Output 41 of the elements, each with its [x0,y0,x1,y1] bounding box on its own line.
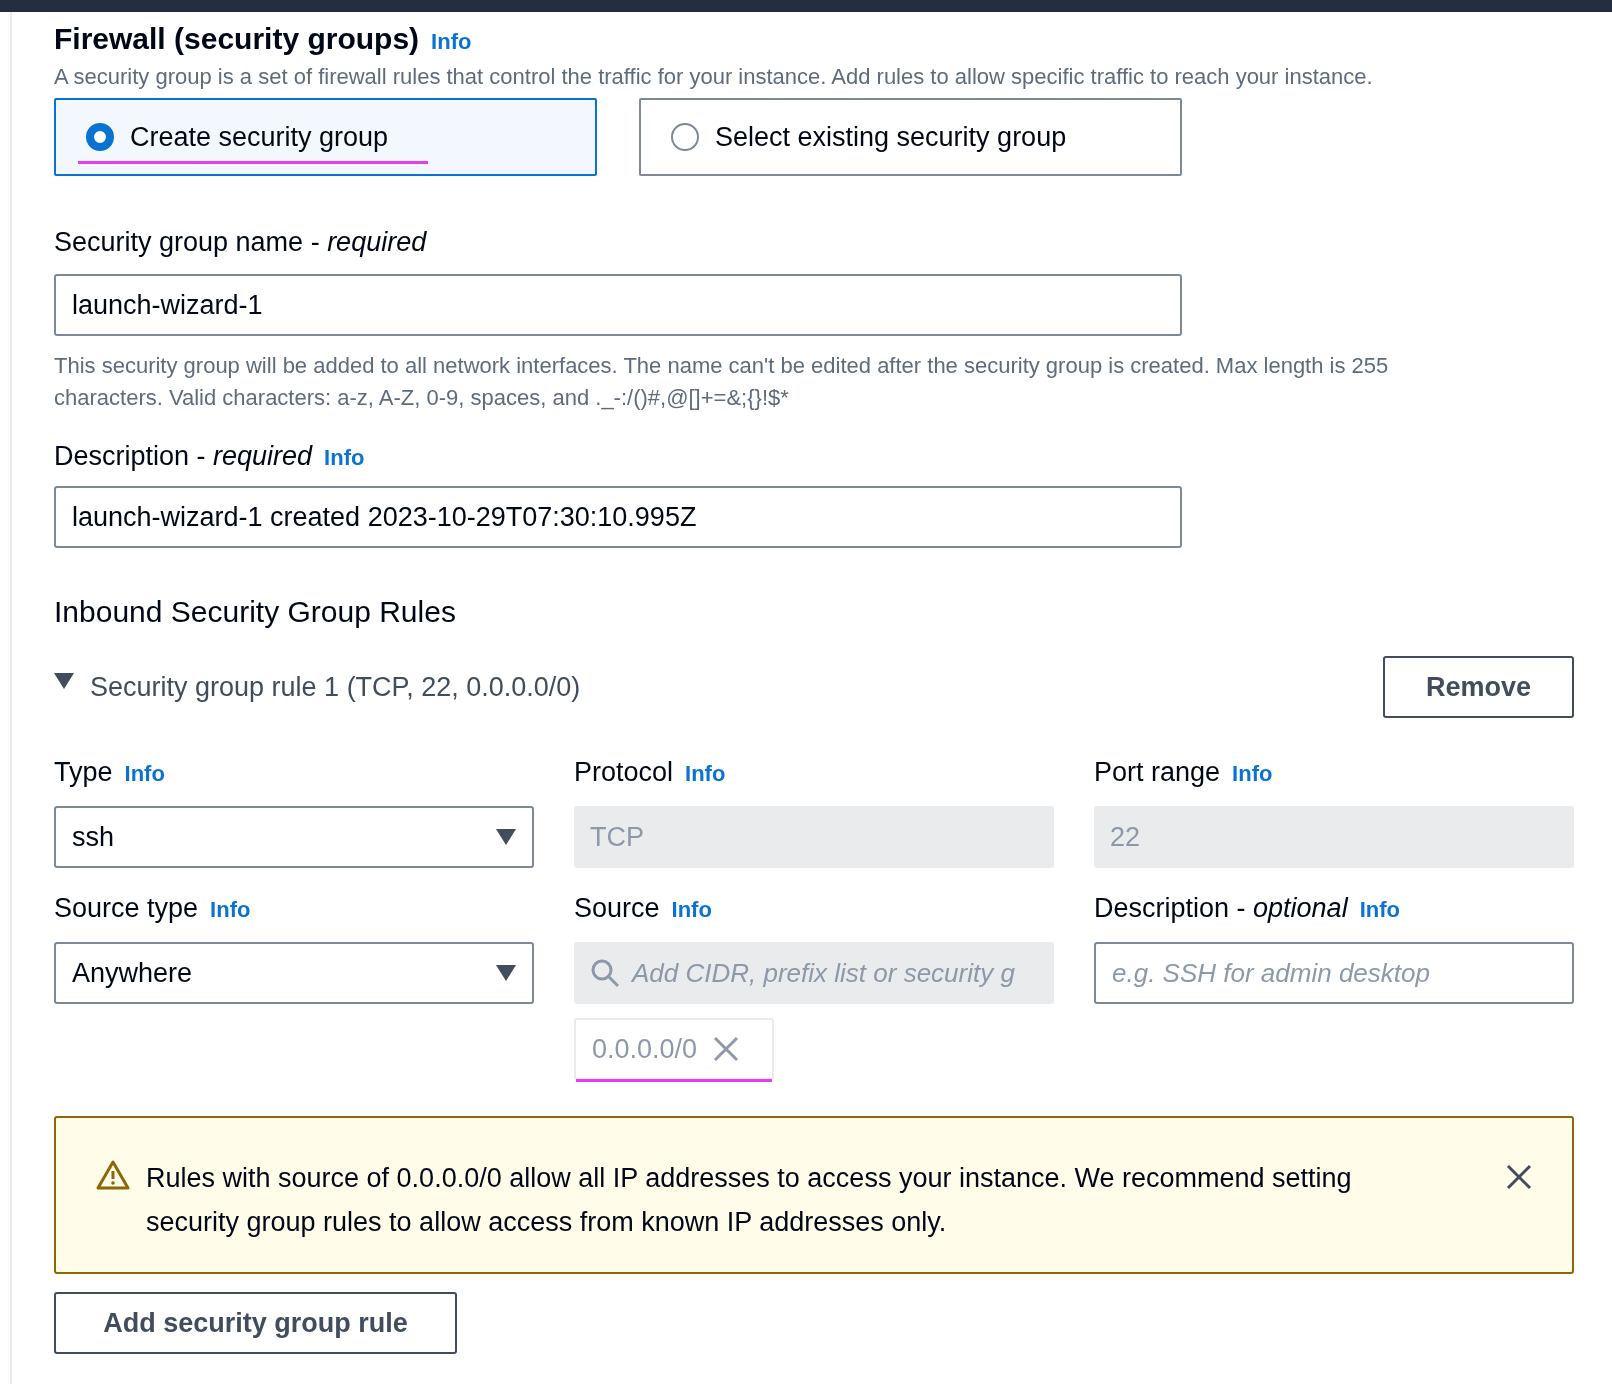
info-link[interactable]: Info [1359,893,1400,926]
field-label: Security group name - required [54,226,427,259]
radio-button[interactable] [86,123,114,151]
field-label: Source [574,892,660,925]
info-link[interactable]: Info [685,757,726,790]
caret-icon [496,829,516,845]
info-link[interactable]: Info [671,893,712,926]
info-link[interactable]: Info [1232,757,1273,790]
rule-title: Security group rule 1 (TCP, 22, 0.0.0.0/0) [90,670,581,704]
caret-icon [496,965,516,981]
dropdown-select[interactable]: Anywhere [54,942,534,1004]
section-heading: Inbound Security Group Rules [54,594,457,630]
warning-text: Rules with source of 0.0.0.0/0 allow all IP addresses to access your instance. We recommend setting security group rules to allow access from known IP addresses only. [146,1162,1353,1239]
input-field[interactable]: launch-wizard-1 [54,274,1182,336]
radio-option-card[interactable]: Select existing security group [639,98,1182,176]
search-field[interactable]: Add CIDR, prefix list or security g [574,942,1054,1004]
search-icon [590,958,620,988]
radio-button[interactable] [671,123,699,151]
field-label: Description - optional [1094,892,1348,925]
info-link[interactable]: Info [324,441,365,474]
caret-down-icon[interactable] [54,670,74,691]
close-icon[interactable] [1506,1164,1532,1190]
cidr-chip: 0.0.0.0/0 [574,1018,774,1080]
section-description: A security group is a set of firewall rules that control the traffic for your instance. Add rules to allow specific traffic to reach your instance. [54,63,1374,91]
field-label: Source type [54,892,199,925]
info-link[interactable]: Info [431,25,472,58]
field-label: Description - required [54,440,313,473]
add-rule-button[interactable]: Add security group rule [54,1292,457,1354]
radio-option-card[interactable]: Create security group [54,98,597,176]
input-field[interactable]: launch-wizard-1 created 2023-10-29T07:30:10.995Z [54,486,1182,548]
field-label: Protocol [574,756,674,789]
section-title: Firewall (security groups) [54,21,420,57]
dropdown-select[interactable]: ssh [54,806,534,868]
input-field[interactable]: e.g. SSH for admin desktop [1094,942,1574,1004]
info-link[interactable]: Info [210,893,251,926]
helper-text: This security group will be added to all network interfaces. The name can't be edited after the security group is created. Max length is 255 characters. Valid characters: a-z, A-Z, 0-9, spaces, and ._-:/()#,@[]+=&;{}!$* [54,352,1390,412]
remove-button[interactable]: Remove [1383,656,1574,718]
info-link[interactable]: Info [124,757,165,790]
field-label: Type [54,756,113,789]
field-label: Port range [1094,756,1221,789]
warning-icon [96,1160,130,1190]
